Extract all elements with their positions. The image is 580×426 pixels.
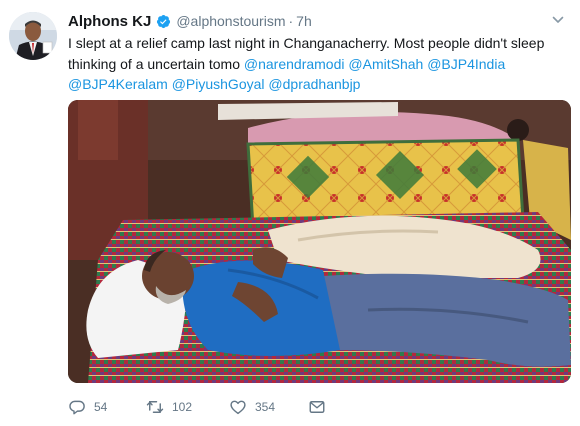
relief-camp-photo [68, 100, 571, 383]
mention-link[interactable]: @AmitShah [348, 56, 423, 72]
avatar[interactable] [9, 12, 57, 60]
chevron-down-icon[interactable] [552, 14, 564, 26]
avatar-image [9, 12, 57, 60]
direct-message-icon [309, 401, 325, 413]
tweet-photo[interactable] [68, 100, 571, 383]
verified-badge-icon [157, 14, 171, 28]
mention-link[interactable]: @narendramodi [244, 56, 345, 72]
mention-link[interactable]: @BJP4India [427, 56, 505, 72]
retweet-icon [146, 401, 164, 413]
reply-button[interactable]: 54 [68, 398, 146, 416]
tweet-text: I slept at a relief camp last night in C… [68, 33, 568, 95]
user-handle[interactable]: @alphonstourism [176, 13, 285, 29]
tweet-actions: 54 102 354 [68, 397, 334, 417]
mention-link[interactable]: @BJP4Keralam [68, 76, 168, 92]
retweet-count: 102 [172, 400, 193, 414]
display-name[interactable]: Alphons KJ [68, 13, 151, 30]
mention-link[interactable]: @PiyushGoyal [172, 76, 265, 92]
reply-icon [69, 400, 85, 415]
reply-count: 54 [94, 400, 108, 414]
tweet-card[interactable]: Alphons KJ @alphonstourism · 7h I slept … [0, 0, 580, 426]
like-count: 354 [255, 400, 276, 414]
tweet-header: Alphons KJ @alphonstourism · 7h [68, 11, 312, 31]
like-button[interactable]: 354 [229, 398, 308, 416]
like-icon [230, 400, 246, 415]
direct-message-button[interactable] [308, 398, 334, 416]
mention-link[interactable]: @dpradhanbjp [268, 76, 360, 92]
separator-dot: · [288, 13, 294, 29]
retweet-button[interactable]: 102 [146, 398, 229, 416]
timestamp[interactable]: 7h [296, 13, 312, 29]
